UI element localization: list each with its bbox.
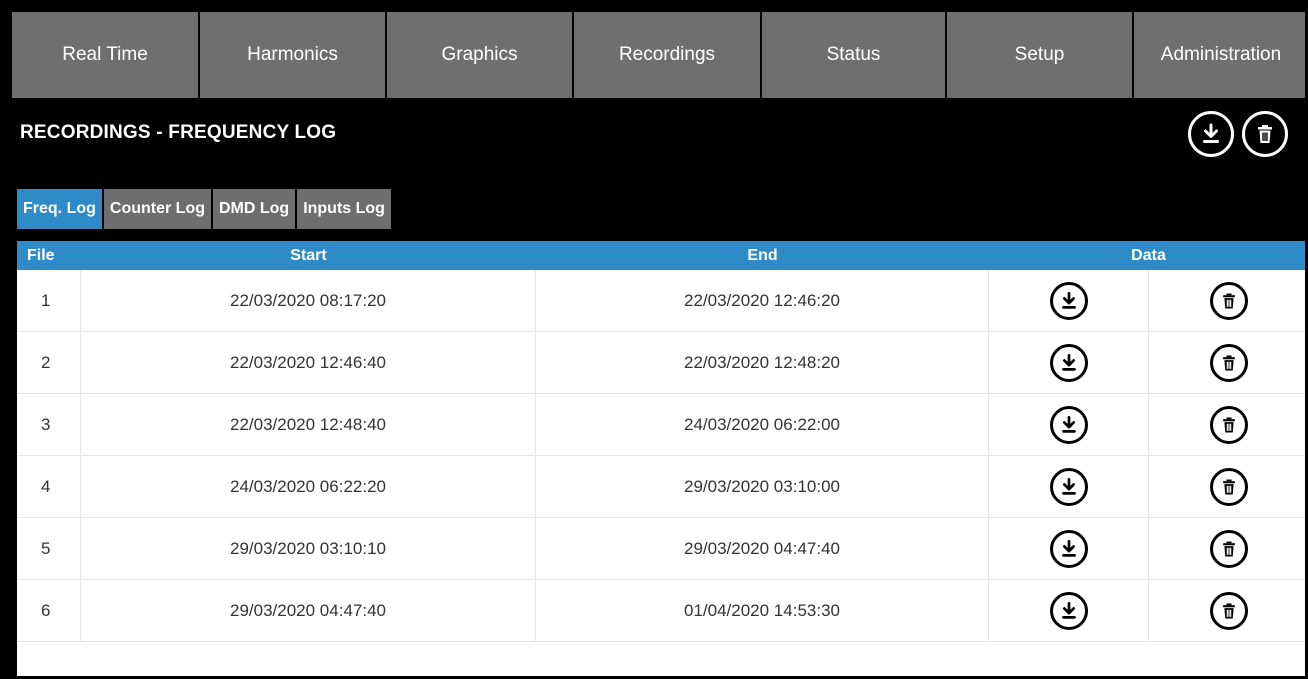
nav-administration[interactable]: Administration <box>1134 12 1308 98</box>
cell-end: 22/03/2020 12:48:20 <box>536 332 989 394</box>
table-row: 3 22/03/2020 12:48:40 24/03/2020 06:22:0… <box>17 394 1308 456</box>
cell-start: 29/03/2020 04:47:40 <box>81 580 536 642</box>
cell-delete <box>1149 456 1308 518</box>
delete-button[interactable] <box>1209 468 1248 506</box>
header-data: Data <box>1131 246 1166 264</box>
table-row: 4 24/03/2020 06:22:20 29/03/2020 03:10:0… <box>17 456 1308 518</box>
delete-button[interactable] <box>1209 530 1248 568</box>
top-navigation: Real Time Harmonics Graphics Recordings … <box>12 12 1308 98</box>
nav-harmonics[interactable]: Harmonics <box>200 12 387 98</box>
table-row: 5 29/03/2020 03:10:10 29/03/2020 04:47:4… <box>17 518 1308 580</box>
cell-download <box>989 518 1149 580</box>
trash-icon <box>1222 603 1235 619</box>
cell-download <box>989 332 1149 394</box>
trash-icon <box>1258 125 1272 143</box>
delete-button[interactable] <box>1209 282 1248 320</box>
table-row: 2 22/03/2020 12:46:40 22/03/2020 12:48:2… <box>17 332 1308 394</box>
header-start: Start <box>290 246 327 264</box>
table-body: 1 22/03/2020 08:17:20 22/03/2020 12:46:2… <box>17 270 1308 642</box>
header-actions <box>1188 111 1288 157</box>
cell-file: 1 <box>17 270 81 332</box>
download-icon <box>1061 354 1076 371</box>
cell-end: 22/03/2020 12:46:20 <box>536 270 989 332</box>
download-icon <box>1061 478 1076 495</box>
nav-real-time[interactable]: Real Time <box>12 12 200 98</box>
download-button[interactable] <box>1049 468 1088 506</box>
page-title: RECORDINGS - FREQUENCY LOG <box>20 122 337 143</box>
delete-button[interactable] <box>1209 406 1248 444</box>
table-row: 6 29/03/2020 04:47:40 01/04/2020 14:53:3… <box>17 580 1308 642</box>
download-button[interactable] <box>1049 344 1088 382</box>
cell-delete <box>1149 580 1308 642</box>
cell-download <box>989 580 1149 642</box>
cell-start: 22/03/2020 12:48:40 <box>81 394 536 456</box>
download-icon <box>1203 123 1219 143</box>
table-row: 1 22/03/2020 08:17:20 22/03/2020 12:46:2… <box>17 270 1308 332</box>
recordings-table: File Start End Data 1 22/03/2020 08:17:2… <box>17 241 1308 676</box>
cell-delete <box>1149 518 1308 580</box>
table-header: File Start End Data <box>17 241 1308 270</box>
cell-end: 24/03/2020 06:22:00 <box>536 394 989 456</box>
download-button[interactable] <box>1049 406 1088 444</box>
app-frame: Real Time Harmonics Graphics Recordings … <box>0 0 1308 679</box>
cell-file: 6 <box>17 580 81 642</box>
delete-button[interactable] <box>1209 592 1248 630</box>
tab-dmd-log[interactable]: DMD Log <box>212 189 296 229</box>
download-all-button[interactable] <box>1188 111 1234 157</box>
trash-icon <box>1222 355 1235 371</box>
cell-start: 22/03/2020 12:46:40 <box>81 332 536 394</box>
download-icon <box>1061 602 1076 619</box>
nav-status[interactable]: Status <box>762 12 947 98</box>
delete-button[interactable] <box>1209 344 1248 382</box>
cell-start: 29/03/2020 03:10:10 <box>81 518 536 580</box>
download-icon <box>1061 292 1076 309</box>
download-icon <box>1061 416 1076 433</box>
trash-icon <box>1222 417 1235 433</box>
tab-counter-log[interactable]: Counter Log <box>103 189 211 229</box>
nav-recordings[interactable]: Recordings <box>574 12 762 98</box>
download-icon <box>1061 540 1076 557</box>
cell-download <box>989 270 1149 332</box>
cell-file: 2 <box>17 332 81 394</box>
cell-end: 29/03/2020 04:47:40 <box>536 518 989 580</box>
download-button[interactable] <box>1049 592 1088 630</box>
cell-end: 29/03/2020 03:10:00 <box>536 456 989 518</box>
trash-icon <box>1222 479 1235 495</box>
tab-freq-log[interactable]: Freq. Log <box>17 189 102 229</box>
download-button[interactable] <box>1049 282 1088 320</box>
cell-delete <box>1149 332 1308 394</box>
log-tabs: Freq. Log Counter Log DMD Log Inputs Log <box>17 189 393 229</box>
cell-start: 24/03/2020 06:22:20 <box>81 456 536 518</box>
trash-icon <box>1222 541 1235 557</box>
header-end: End <box>747 246 778 264</box>
cell-end: 01/04/2020 14:53:30 <box>536 580 989 642</box>
cell-download <box>989 394 1149 456</box>
cell-file: 3 <box>17 394 81 456</box>
tab-inputs-log[interactable]: Inputs Log <box>297 189 391 229</box>
nav-graphics[interactable]: Graphics <box>387 12 574 98</box>
cell-delete <box>1149 270 1308 332</box>
header-file: File <box>27 246 55 264</box>
left-border <box>0 0 12 679</box>
delete-all-button[interactable] <box>1242 111 1288 157</box>
cell-delete <box>1149 394 1308 456</box>
trash-icon <box>1222 293 1235 309</box>
download-button[interactable] <box>1049 530 1088 568</box>
cell-start: 22/03/2020 08:17:20 <box>81 270 536 332</box>
cell-file: 4 <box>17 456 81 518</box>
nav-setup[interactable]: Setup <box>947 12 1134 98</box>
cell-file: 5 <box>17 518 81 580</box>
cell-download <box>989 456 1149 518</box>
